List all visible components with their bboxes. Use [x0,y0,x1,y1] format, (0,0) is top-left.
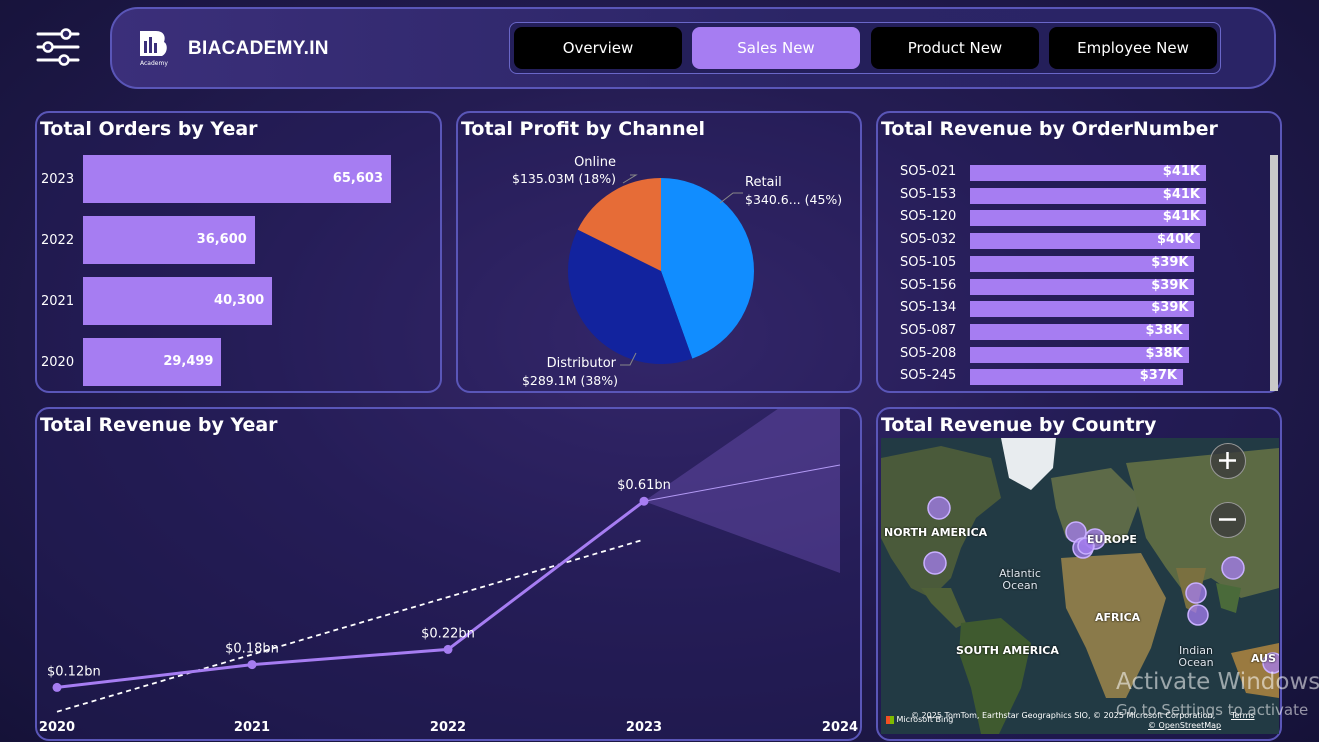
profit-by-channel-panel: Total Profit by Channel Retail $340.6...… [456,111,862,393]
orders-by-year-title: Total Orders by Year [40,118,258,140]
activate-windows-subtitle: Go to Settings to activate [1116,701,1309,719]
logo-subtext: Academy [140,60,168,67]
order-number-label: SO5-156 [900,277,957,293]
revenue-point[interactable] [52,682,62,692]
map-bubble-china[interactable] [1221,556,1245,580]
header-bar: Academy BIACADEMY.IN Overview Sales New … [110,7,1276,89]
order-number-label: SO5-021 [900,164,957,179]
x-axis-year-label: 2024 [822,720,858,735]
pie-label-online-name: Online [574,155,616,170]
orders-year-label: 2021 [41,294,75,309]
map-bubble-canada[interactable] [927,496,951,520]
revenue-line [56,500,645,689]
tab-product-new[interactable]: Product New [871,27,1039,69]
tab-sales-new[interactable]: Sales New [692,27,860,69]
revenue-data-label: $0.61bn [617,478,671,493]
revenue-point[interactable] [443,644,453,654]
filter-menu-icon[interactable] [36,28,80,66]
orders-bar-value: 40,300 [214,293,265,308]
order-revenue-value: $37K [1139,368,1177,384]
revenue-data-label: $0.18bn [225,642,279,657]
page-navigation: Overview Sales New Product New Employee … [509,22,1221,74]
order-revenue-value: $39K [1151,300,1189,316]
revenue-by-country-title: Total Revenue by Country [881,414,1157,436]
map-osm-link[interactable]: © OpenStreetMap [1148,721,1221,730]
map-label-atlantic: Atlantic Ocean [999,567,1041,592]
map-bubble-india[interactable] [1185,582,1207,604]
order-revenue-value: $39K [1151,254,1189,270]
forecast-band [644,409,840,573]
order-number-label: SO5-153 [900,186,957,202]
microsoft-logo-icon [886,715,894,724]
orders-year-label: 2022 [41,233,75,248]
revenue-by-order-title: Total Revenue by OrderNumber [881,118,1218,140]
order-number-label: SO5-134 [900,300,957,316]
order-revenue-value: $41K [1162,186,1200,202]
map-label-africa: AFRICA [1095,611,1141,624]
orders-bar-value: 36,600 [196,232,247,247]
activate-windows-title: Activate Windows [1116,669,1319,695]
map-bubble-usa[interactable] [923,551,947,575]
map-label-europe: EUROPE [1087,533,1137,546]
order-revenue-value: $38K [1145,322,1183,338]
order-number-label: SO5-245 [900,368,957,384]
order-number-label: SO5-105 [900,254,957,270]
brand-name: BIACADEMY.IN [188,38,329,59]
x-axis-year-label: 2022 [430,720,466,735]
revenue-data-label: $0.12bn [47,664,101,679]
order-revenue-value: $39K [1151,277,1189,293]
map-label-indian: Indian Ocean [1178,644,1214,669]
map-zoom-out-button[interactable] [1210,502,1246,538]
pie-label-distributor-name: Distributor [547,356,617,371]
order-revenue-value: $41K [1162,164,1200,179]
pie-label-retail-value: $340.6... (45%) [745,192,842,207]
profit-pie-chart: Retail $340.6... (45%) Distributor $289.… [512,155,842,388]
map-label-north-america: NORTH AMERICA [884,526,988,539]
order-number-label: SO5-087 [900,322,957,338]
tab-employee-new[interactable]: Employee New [1049,27,1217,69]
order-revenue-value: $38K [1145,345,1183,361]
orders-by-year-panel: Total Orders by Year 2023 65,603 2022 36,60… [35,111,442,393]
map-bubble-sri-lanka[interactable] [1187,604,1209,626]
orders-bar-value: 29,499 [163,354,214,369]
map-label-australia: AUS [1251,652,1277,665]
orders-bar-value: 65,603 [332,171,383,186]
map-zoom-in-button[interactable] [1210,443,1246,479]
order-number-label: SO5-120 [900,209,957,225]
order-list-scrollbar[interactable] [1270,155,1278,391]
x-axis-year-label: 2020 [39,720,75,735]
map-label-south-america: SOUTH AMERICA [956,644,1059,657]
order-revenue-value: $41K [1162,209,1200,225]
revenue-by-order-panel: Total Revenue by OrderNumber SO5-021 $41K… [876,111,1282,393]
x-axis-year-label: 2023 [626,720,662,735]
x-axis-year-label: 2021 [234,720,270,735]
plus-icon [1219,452,1236,469]
pie-label-online-value: $135.03M (18%) [512,171,616,186]
revenue-by-year-panel: Total Revenue by Year $0.12bn $0.18bn $0.2… [35,407,862,741]
tab-overview[interactable]: Overview [514,27,682,69]
pie-label-distributor-value: $289.1M (38%) [522,373,618,388]
order-number-label: SO5-032 [900,232,957,248]
order-revenue-value: $40K [1157,232,1195,248]
minus-icon [1219,518,1236,521]
revenue-data-label: $0.22bn [421,626,475,641]
orders-year-label: 2023 [41,172,75,187]
revenue-line-chart: $0.12bn $0.18bn $0.22bn $0.61bn 2020 2021 2022… [39,409,858,735]
revenue-point[interactable] [639,496,649,506]
order-number-label: SO5-208 [900,345,957,361]
pie-label-retail-name: Retail [745,175,782,190]
biacademy-logo-icon: Academy [138,29,170,69]
orders-year-label: 2020 [41,355,75,370]
trend-line [56,538,645,713]
revenue-point[interactable] [247,660,257,670]
